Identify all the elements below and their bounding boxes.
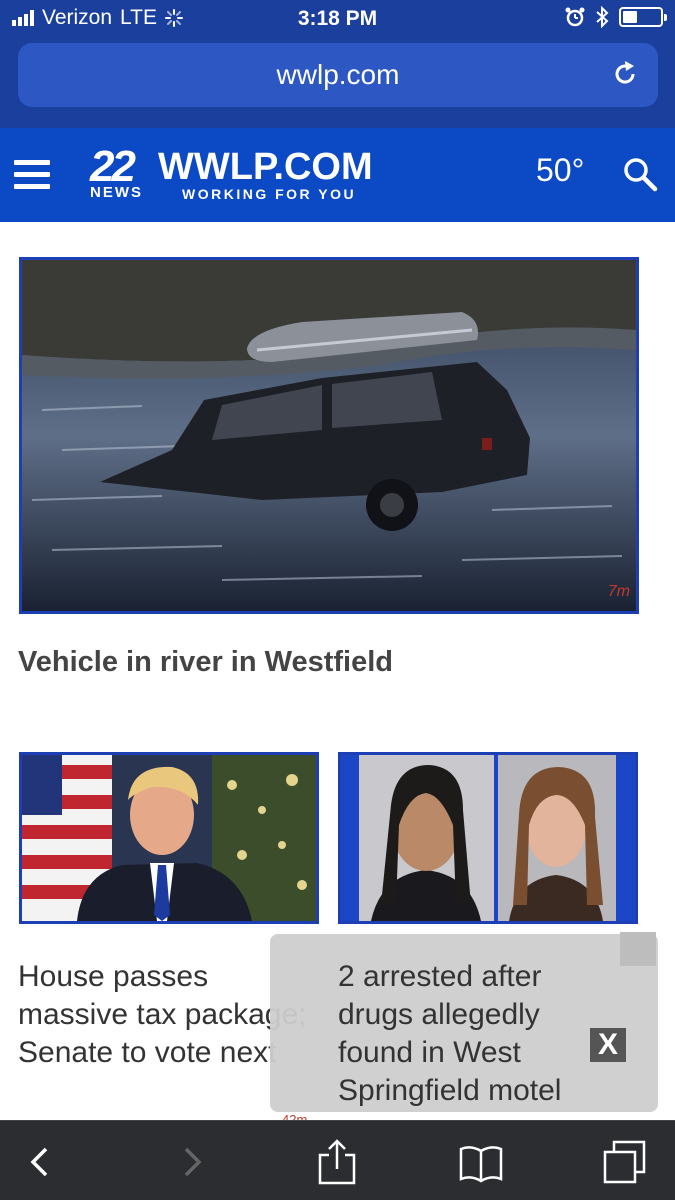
status-bar: Verizon LTE 3:18 PM (0, 0, 675, 38)
bookmarks-icon[interactable] (458, 1139, 504, 1185)
popup-tab (620, 932, 656, 966)
bluetooth-icon (596, 6, 609, 28)
forward-icon[interactable] (168, 1139, 214, 1185)
search-icon[interactable] (622, 156, 658, 192)
weather-temperature[interactable]: 50° (536, 152, 584, 189)
story-popup[interactable]: 2 arrested after drugs allegedly found i… (270, 932, 658, 1112)
story-thumbnail-tax[interactable] (19, 752, 319, 924)
browser-chrome: Verizon LTE 3:18 PM wwlp.com (0, 0, 675, 128)
share-icon[interactable] (314, 1139, 360, 1185)
alarm-icon (565, 7, 585, 27)
main-story-image[interactable]: 7m (19, 257, 639, 614)
main-story-headline[interactable]: Vehicle in river in Westfield (18, 646, 393, 679)
address-bar[interactable]: wwlp.com (18, 43, 658, 107)
logo-brand: WWLP.COM (158, 146, 373, 188)
popup-headline[interactable]: 2 arrested after drugs allegedly found i… (338, 958, 608, 1110)
logo-news: NEWS (90, 184, 143, 201)
site-header: 22 NEWS WWLP.COM WORKING FOR YOU 50° (0, 128, 675, 222)
popup-close-button[interactable]: X (590, 1028, 626, 1062)
battery-icon (619, 7, 667, 27)
tabs-icon[interactable] (602, 1139, 648, 1185)
reload-icon[interactable] (610, 59, 640, 89)
back-icon[interactable] (18, 1139, 64, 1185)
site-logo[interactable]: 22 NEWS WWLP.COM WORKING FOR YOU (90, 142, 400, 206)
image-timestamp: 7m (607, 583, 630, 600)
logo-tagline: WORKING FOR YOU (182, 186, 357, 202)
browser-toolbar (0, 1120, 675, 1200)
url-text: wwlp.com (276, 59, 400, 90)
hamburger-menu-icon[interactable] (14, 160, 50, 190)
story-thumbnail-arrests[interactable] (338, 752, 638, 924)
